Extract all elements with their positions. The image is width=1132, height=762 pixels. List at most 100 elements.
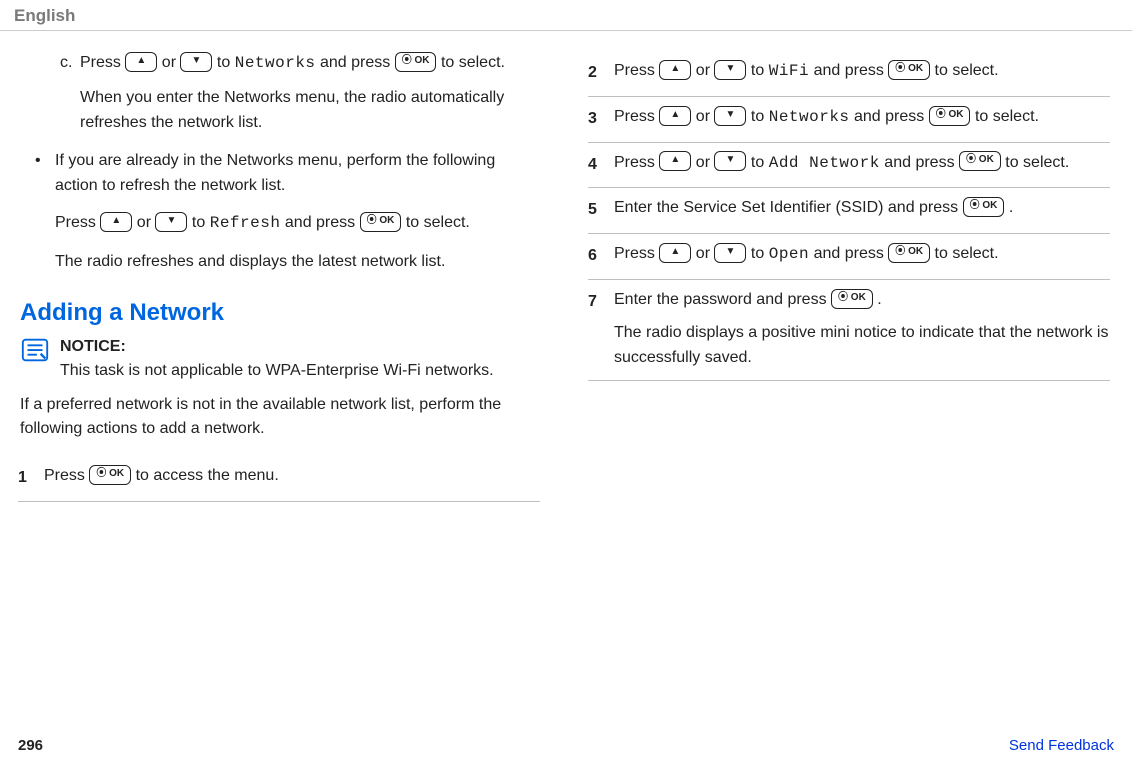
menu-add-network: Add Network: [769, 154, 880, 172]
step-num: 1: [18, 464, 44, 491]
section-heading: Adding a Network: [10, 299, 540, 327]
text: Press: [80, 54, 125, 71]
bullet-mark: •: [35, 149, 41, 174]
up-key-icon: ▲: [125, 52, 157, 72]
menu-open: Open: [769, 245, 809, 263]
text: or: [696, 108, 715, 125]
down-key-icon: ▼: [155, 212, 187, 232]
text: to: [751, 62, 769, 79]
text: to select.: [441, 54, 505, 71]
text: Press: [614, 108, 659, 125]
text: or: [137, 214, 156, 231]
text: or: [696, 62, 715, 79]
ok-key-icon: ⦿ OK: [888, 60, 930, 80]
step-4: 4 Press ▲ or ▼ to Add Network and press …: [588, 143, 1110, 189]
send-feedback-link[interactable]: Send Feedback: [1009, 737, 1114, 754]
text: or: [162, 54, 181, 71]
step-6: 6 Press ▲ or ▼ to Open and press ⦿ OK to…: [588, 234, 1110, 280]
left-column: c. Press ▲ or ▼ to Networks and press ⦿ …: [10, 51, 540, 502]
text: to: [192, 214, 210, 231]
step-num: 5: [588, 196, 614, 223]
text: Press: [55, 214, 100, 231]
step-body: Press ▲ or ▼ to Networks and press ⦿ OK …: [614, 105, 1110, 132]
step-body: Press ▲ or ▼ to Open and press ⦿ OK to s…: [614, 242, 1110, 269]
refresh-instruction: Press ▲ or ▼ to Refresh and press ⦿ OK t…: [10, 211, 540, 236]
text: Press: [614, 62, 659, 79]
step-num: 6: [588, 242, 614, 269]
ok-key-icon: ⦿ OK: [831, 289, 873, 309]
text: to: [751, 245, 769, 262]
ok-key-icon: ⦿ OK: [888, 243, 930, 263]
text: to select.: [975, 108, 1039, 125]
menu-networks: Networks: [769, 108, 850, 126]
ok-key-icon: ⦿ OK: [360, 212, 402, 232]
text: Press: [44, 467, 89, 484]
up-key-icon: ▲: [659, 243, 691, 263]
ok-key-icon: ⦿ OK: [959, 151, 1001, 171]
notice-text: NOTICE: This task is not applicable to W…: [60, 335, 494, 383]
step-num: 7: [588, 288, 614, 370]
substep-c-desc: When you enter the Networks menu, the ra…: [80, 86, 540, 136]
text: and press: [814, 245, 889, 262]
down-key-icon: ▼: [714, 60, 746, 80]
notice-heading: NOTICE:: [60, 338, 126, 355]
step-body: Press ▲ or ▼ to WiFi and press ⦿ OK to s…: [614, 59, 1110, 86]
bullet-item: • If you are already in the Networks men…: [10, 149, 540, 199]
menu-refresh: Refresh: [210, 214, 281, 232]
text: and press: [320, 54, 395, 71]
footer: 296 Send Feedback: [0, 737, 1132, 754]
ok-key-icon: ⦿ OK: [929, 106, 971, 126]
content-columns: c. Press ▲ or ▼ to Networks and press ⦿ …: [0, 31, 1132, 502]
substep-c: c. Press ▲ or ▼ to Networks and press ⦿ …: [10, 51, 540, 135]
text: or: [696, 154, 715, 171]
text: and press: [814, 62, 889, 79]
down-key-icon: ▼: [714, 243, 746, 263]
text: Enter the Service Set Identifier (SSID) …: [614, 199, 963, 216]
step-num: 4: [588, 151, 614, 178]
step-2: 2 Press ▲ or ▼ to WiFi and press ⦿ OK to…: [588, 51, 1110, 97]
text: to: [751, 154, 769, 171]
ok-key-icon: ⦿ OK: [395, 52, 437, 72]
up-key-icon: ▲: [659, 106, 691, 126]
text: to: [751, 108, 769, 125]
text: .: [1009, 199, 1013, 216]
text: to: [217, 54, 235, 71]
ok-key-icon: ⦿ OK: [89, 465, 131, 485]
page-number: 296: [18, 737, 43, 754]
text: and press: [884, 154, 959, 171]
step-num: 2: [588, 59, 614, 86]
up-key-icon: ▲: [659, 60, 691, 80]
down-key-icon: ▼: [714, 151, 746, 171]
text: Press: [614, 245, 659, 262]
down-key-icon: ▼: [180, 52, 212, 72]
menu-wifi: WiFi: [769, 62, 809, 80]
bullet-text: If you are already in the Networks menu,…: [55, 152, 495, 194]
step-num: 3: [588, 105, 614, 132]
menu-networks: Networks: [235, 54, 316, 72]
substep-c-label: c.: [60, 51, 72, 76]
refresh-result: The radio refreshes and displays the lat…: [10, 250, 540, 275]
text: and press: [285, 214, 360, 231]
text: to select.: [406, 214, 470, 231]
text: .: [877, 291, 881, 308]
text: to access the menu.: [136, 467, 279, 484]
notice-body: This task is not applicable to WPA-Enter…: [60, 362, 494, 379]
notice-icon: [20, 335, 50, 383]
step-body: Press ▲ or ▼ to Add Network and press ⦿ …: [614, 151, 1110, 178]
step-7: 7 Enter the password and press ⦿ OK . Th…: [588, 280, 1110, 381]
text: to select.: [935, 245, 999, 262]
step-1: 1 Press ⦿ OK to access the menu.: [18, 456, 540, 502]
step-body: Enter the password and press ⦿ OK . The …: [614, 288, 1110, 370]
text: Press: [614, 154, 659, 171]
text: to select.: [1005, 154, 1069, 171]
step-body: Enter the Service Set Identifier (SSID) …: [614, 196, 1110, 223]
text: or: [696, 245, 715, 262]
step-7-result: The radio displays a positive mini notic…: [614, 321, 1110, 371]
text: to select.: [935, 62, 999, 79]
header-language: English: [0, 0, 1132, 31]
text: and press: [854, 108, 929, 125]
down-key-icon: ▼: [714, 106, 746, 126]
step-3: 3 Press ▲ or ▼ to Networks and press ⦿ O…: [588, 97, 1110, 143]
up-key-icon: ▲: [659, 151, 691, 171]
right-column: 2 Press ▲ or ▼ to WiFi and press ⦿ OK to…: [580, 51, 1110, 502]
